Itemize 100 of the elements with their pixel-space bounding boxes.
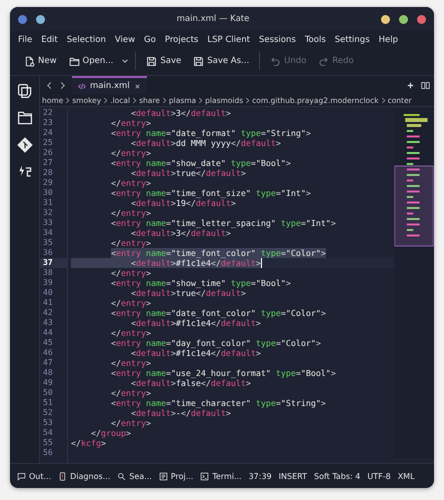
syntax-mode[interactable]: XML (398, 472, 415, 480)
toolbar-button[interactable]: New (20, 52, 61, 70)
chevron-icon (198, 96, 204, 104)
line-number: 46 (42, 348, 54, 358)
caret-icon[interactable] (121, 57, 130, 65)
line-number: 40 (42, 288, 54, 298)
line-number: 55 (42, 438, 54, 448)
search-icon (117, 472, 126, 480)
cursor-position[interactable]: 37:39 (248, 472, 272, 480)
panel-button[interactable]: Sea... (117, 472, 152, 480)
line-number: 45 (42, 338, 54, 348)
pin-button[interactable] (36, 14, 45, 24)
window-title: main.xml — Kate (176, 14, 250, 24)
code-line: </entry> (110, 148, 151, 158)
code-line: <entry name="show_date" type="Bool"> (110, 158, 291, 168)
panel-button[interactable]: Diagnos... (58, 472, 110, 480)
line-number: 47 (42, 358, 54, 368)
code-line: </kcfg> (71, 438, 106, 448)
toolbar-button[interactable]: Open... (64, 52, 118, 70)
menu-item[interactable]: Selection (62, 35, 111, 45)
menu-item[interactable]: View (110, 35, 140, 45)
code-line: </entry> (110, 358, 151, 368)
forward-icon[interactable] (59, 80, 66, 90)
undo-icon (270, 56, 282, 66)
line-number: 36 (42, 248, 54, 258)
chevron-icon (162, 96, 167, 104)
line-number: 34 (42, 228, 54, 238)
app-menu-icon[interactable] (18, 14, 27, 24)
line-number: 27 (42, 158, 54, 168)
code-line: <default>#f1c1e4</default> (71, 258, 261, 268)
chevron-icon (132, 96, 138, 104)
code-line: <entry name="use_24_hour_format" type="Bool"> (110, 368, 336, 378)
panel-button[interactable]: Termi... (200, 472, 242, 480)
code-line: <default>true</default> (130, 288, 246, 298)
line-number: 41 (42, 298, 54, 308)
documents-icon[interactable] (16, 83, 32, 99)
redo-icon (318, 56, 330, 66)
line-number: 23 (42, 118, 54, 128)
line-number: 31 (42, 198, 54, 208)
git-icon[interactable] (16, 137, 32, 153)
line-number: 49 (42, 378, 54, 388)
panel-button[interactable]: Proj... (158, 472, 194, 480)
line-number: 54 (42, 428, 54, 438)
code-line: <default>3</default> (130, 228, 231, 238)
floppy-icon (193, 56, 204, 66)
code-line: </entry> (110, 388, 151, 398)
code-line: </entry> (110, 238, 151, 248)
code-line: </entry> (110, 178, 151, 188)
split-view-icon[interactable] (421, 80, 430, 90)
line-number: 32 (42, 208, 54, 218)
menu-item[interactable]: Go (140, 35, 161, 45)
menu-item[interactable]: File (18, 35, 38, 45)
panel-button[interactable]: Out... (17, 472, 52, 480)
chat-icon (17, 472, 26, 480)
back-icon[interactable] (46, 80, 53, 90)
menu-item[interactable]: Projects (160, 35, 204, 45)
warning-icon (58, 472, 68, 480)
code-line: </entry> (110, 418, 151, 428)
maximize-button[interactable] (399, 14, 408, 24)
code-line: <entry name="show_time" type="Bool"> (110, 278, 291, 288)
menu-item[interactable]: Edit (37, 35, 63, 45)
code-line: </group> (90, 428, 131, 438)
line-number: 26 (42, 148, 54, 158)
menu-item[interactable]: Help (374, 35, 404, 45)
folder-icon[interactable] (16, 110, 32, 126)
menu-item[interactable]: LSP Client (203, 35, 255, 45)
code-line: <entry name="time_letter_spacing" type="Int"> (110, 218, 336, 228)
chevron-icon (245, 96, 250, 104)
line-number: 29 (42, 178, 54, 188)
menu-item[interactable]: Settings (330, 35, 375, 45)
indentation-setting[interactable]: Soft Tabs: 4 (314, 472, 360, 480)
line-number: 24 (42, 128, 54, 138)
close-button[interactable] (417, 14, 426, 24)
line-number: 22 (42, 108, 54, 118)
code-line: <default>#f1c1e4</default> (130, 348, 261, 358)
line-number: 43 (42, 318, 54, 328)
code-line: <default>#f1c1e4</default> (130, 318, 261, 328)
menu-item[interactable]: Tools (300, 35, 331, 45)
line-number: 37 (40, 258, 67, 268)
input-mode[interactable]: INSERT (278, 472, 307, 480)
line-number: 53 (42, 418, 54, 428)
line-number: 56 (42, 448, 54, 458)
encoding-setting[interactable]: UTF-8 (367, 472, 391, 480)
floppy-icon (146, 56, 158, 66)
line-number: 35 (42, 238, 54, 248)
chevron-icon (380, 96, 386, 104)
close-icon[interactable] (134, 82, 141, 90)
code-line: </entry> (110, 298, 151, 308)
menu-item[interactable]: Sessions (254, 35, 301, 45)
new-tab-icon[interactable] (406, 80, 415, 90)
terminal-icon (200, 472, 210, 480)
list-icon (158, 472, 168, 480)
toolbar-button[interactable]: Save As... (189, 52, 254, 70)
line-number: 30 (42, 188, 54, 198)
code-line: </entry> (110, 268, 151, 278)
code-line: </entry> (110, 118, 151, 128)
toolbar-button[interactable]: Save (142, 52, 186, 70)
line-number: 50 (42, 388, 54, 398)
document-tab[interactable]: main.xml (72, 76, 147, 94)
minimize-button[interactable] (381, 14, 390, 24)
